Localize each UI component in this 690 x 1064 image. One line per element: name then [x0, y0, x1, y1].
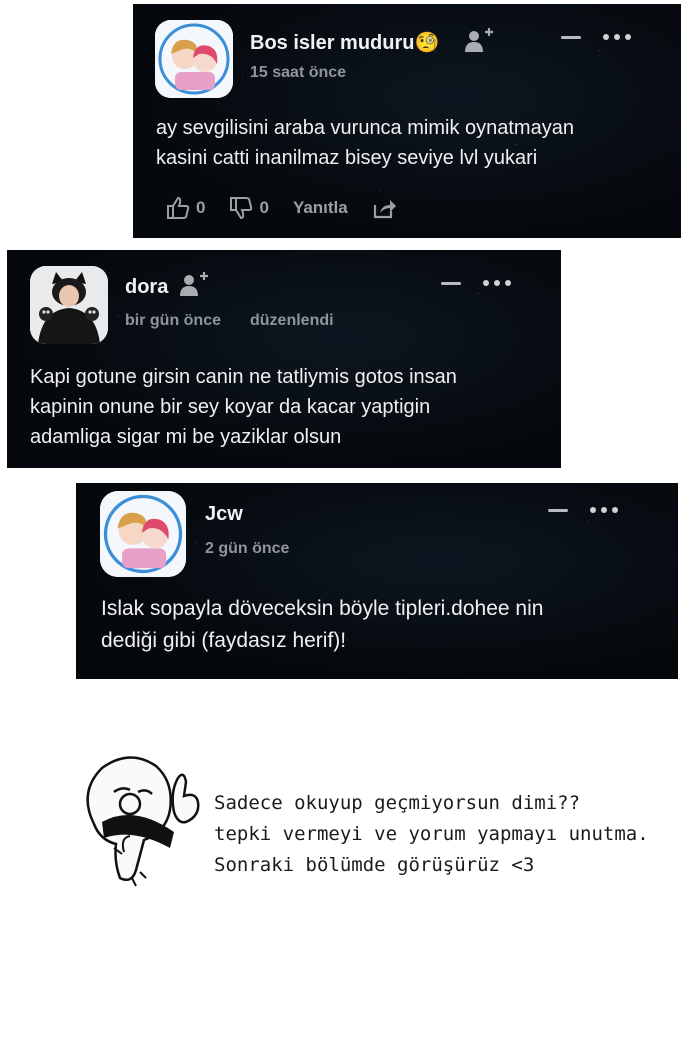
comment-text: ay sevgilisini araba vurunca mimik oynat… — [156, 117, 574, 169]
thumbs-up-icon[interactable] — [166, 196, 190, 220]
avatar-illustration-icon — [155, 20, 233, 98]
comment-card-2: dora bir gün önce düzenlendi Kapi gotune… — [7, 250, 561, 468]
add-friend-icon[interactable] — [180, 272, 208, 298]
edited-label: düzenlendi — [250, 312, 334, 329]
author-avatar[interactable] — [100, 491, 186, 577]
comment-text: Kapi gotune girsin canin ne tatliymis go… — [30, 366, 457, 448]
like-count: 0 — [196, 198, 206, 217]
comment-card-3: Jcw 2 gün önce Islak sopayla döveceksin … — [76, 483, 678, 679]
minimize-button[interactable] — [561, 35, 581, 39]
cat-costume-avatar-icon — [30, 266, 108, 344]
minimize-button[interactable] — [548, 508, 568, 512]
more-options-button[interactable] — [483, 280, 511, 286]
monocle-emoji-icon: 🧐 — [414, 32, 440, 54]
author-note: Sadece okuyup geçmiyorsun dimi?? tepki v… — [214, 792, 649, 876]
timestamp: bir gün önce — [125, 312, 221, 329]
more-options-button[interactable] — [590, 507, 618, 513]
comment-card-1: Bos isler muduru🧐 15 saat önce ay sevgil… — [133, 4, 681, 238]
author-avatar[interactable] — [155, 20, 233, 98]
author-name[interactable]: Bos isler muduru🧐 — [250, 30, 439, 55]
author-name[interactable]: dora — [125, 276, 168, 299]
avatar-illustration-icon — [100, 491, 186, 577]
share-icon[interactable] — [372, 197, 396, 219]
reply-button[interactable]: Yanıtla — [293, 198, 348, 218]
more-options-button[interactable] — [603, 34, 631, 40]
author-name[interactable]: Jcw — [205, 503, 243, 526]
author-avatar[interactable] — [30, 266, 108, 344]
minimize-button[interactable] — [441, 281, 461, 285]
comment-text: Islak sopayla döveceksin böyle tipleri.d… — [101, 597, 544, 652]
thumbs-down-icon[interactable] — [229, 196, 253, 220]
add-friend-icon[interactable] — [465, 28, 493, 54]
dislike-count: 0 — [259, 198, 269, 217]
timestamp: 2 gün önce — [205, 540, 290, 557]
cool-mascot-illustration — [86, 756, 200, 887]
timestamp: 15 saat önce — [250, 64, 347, 81]
